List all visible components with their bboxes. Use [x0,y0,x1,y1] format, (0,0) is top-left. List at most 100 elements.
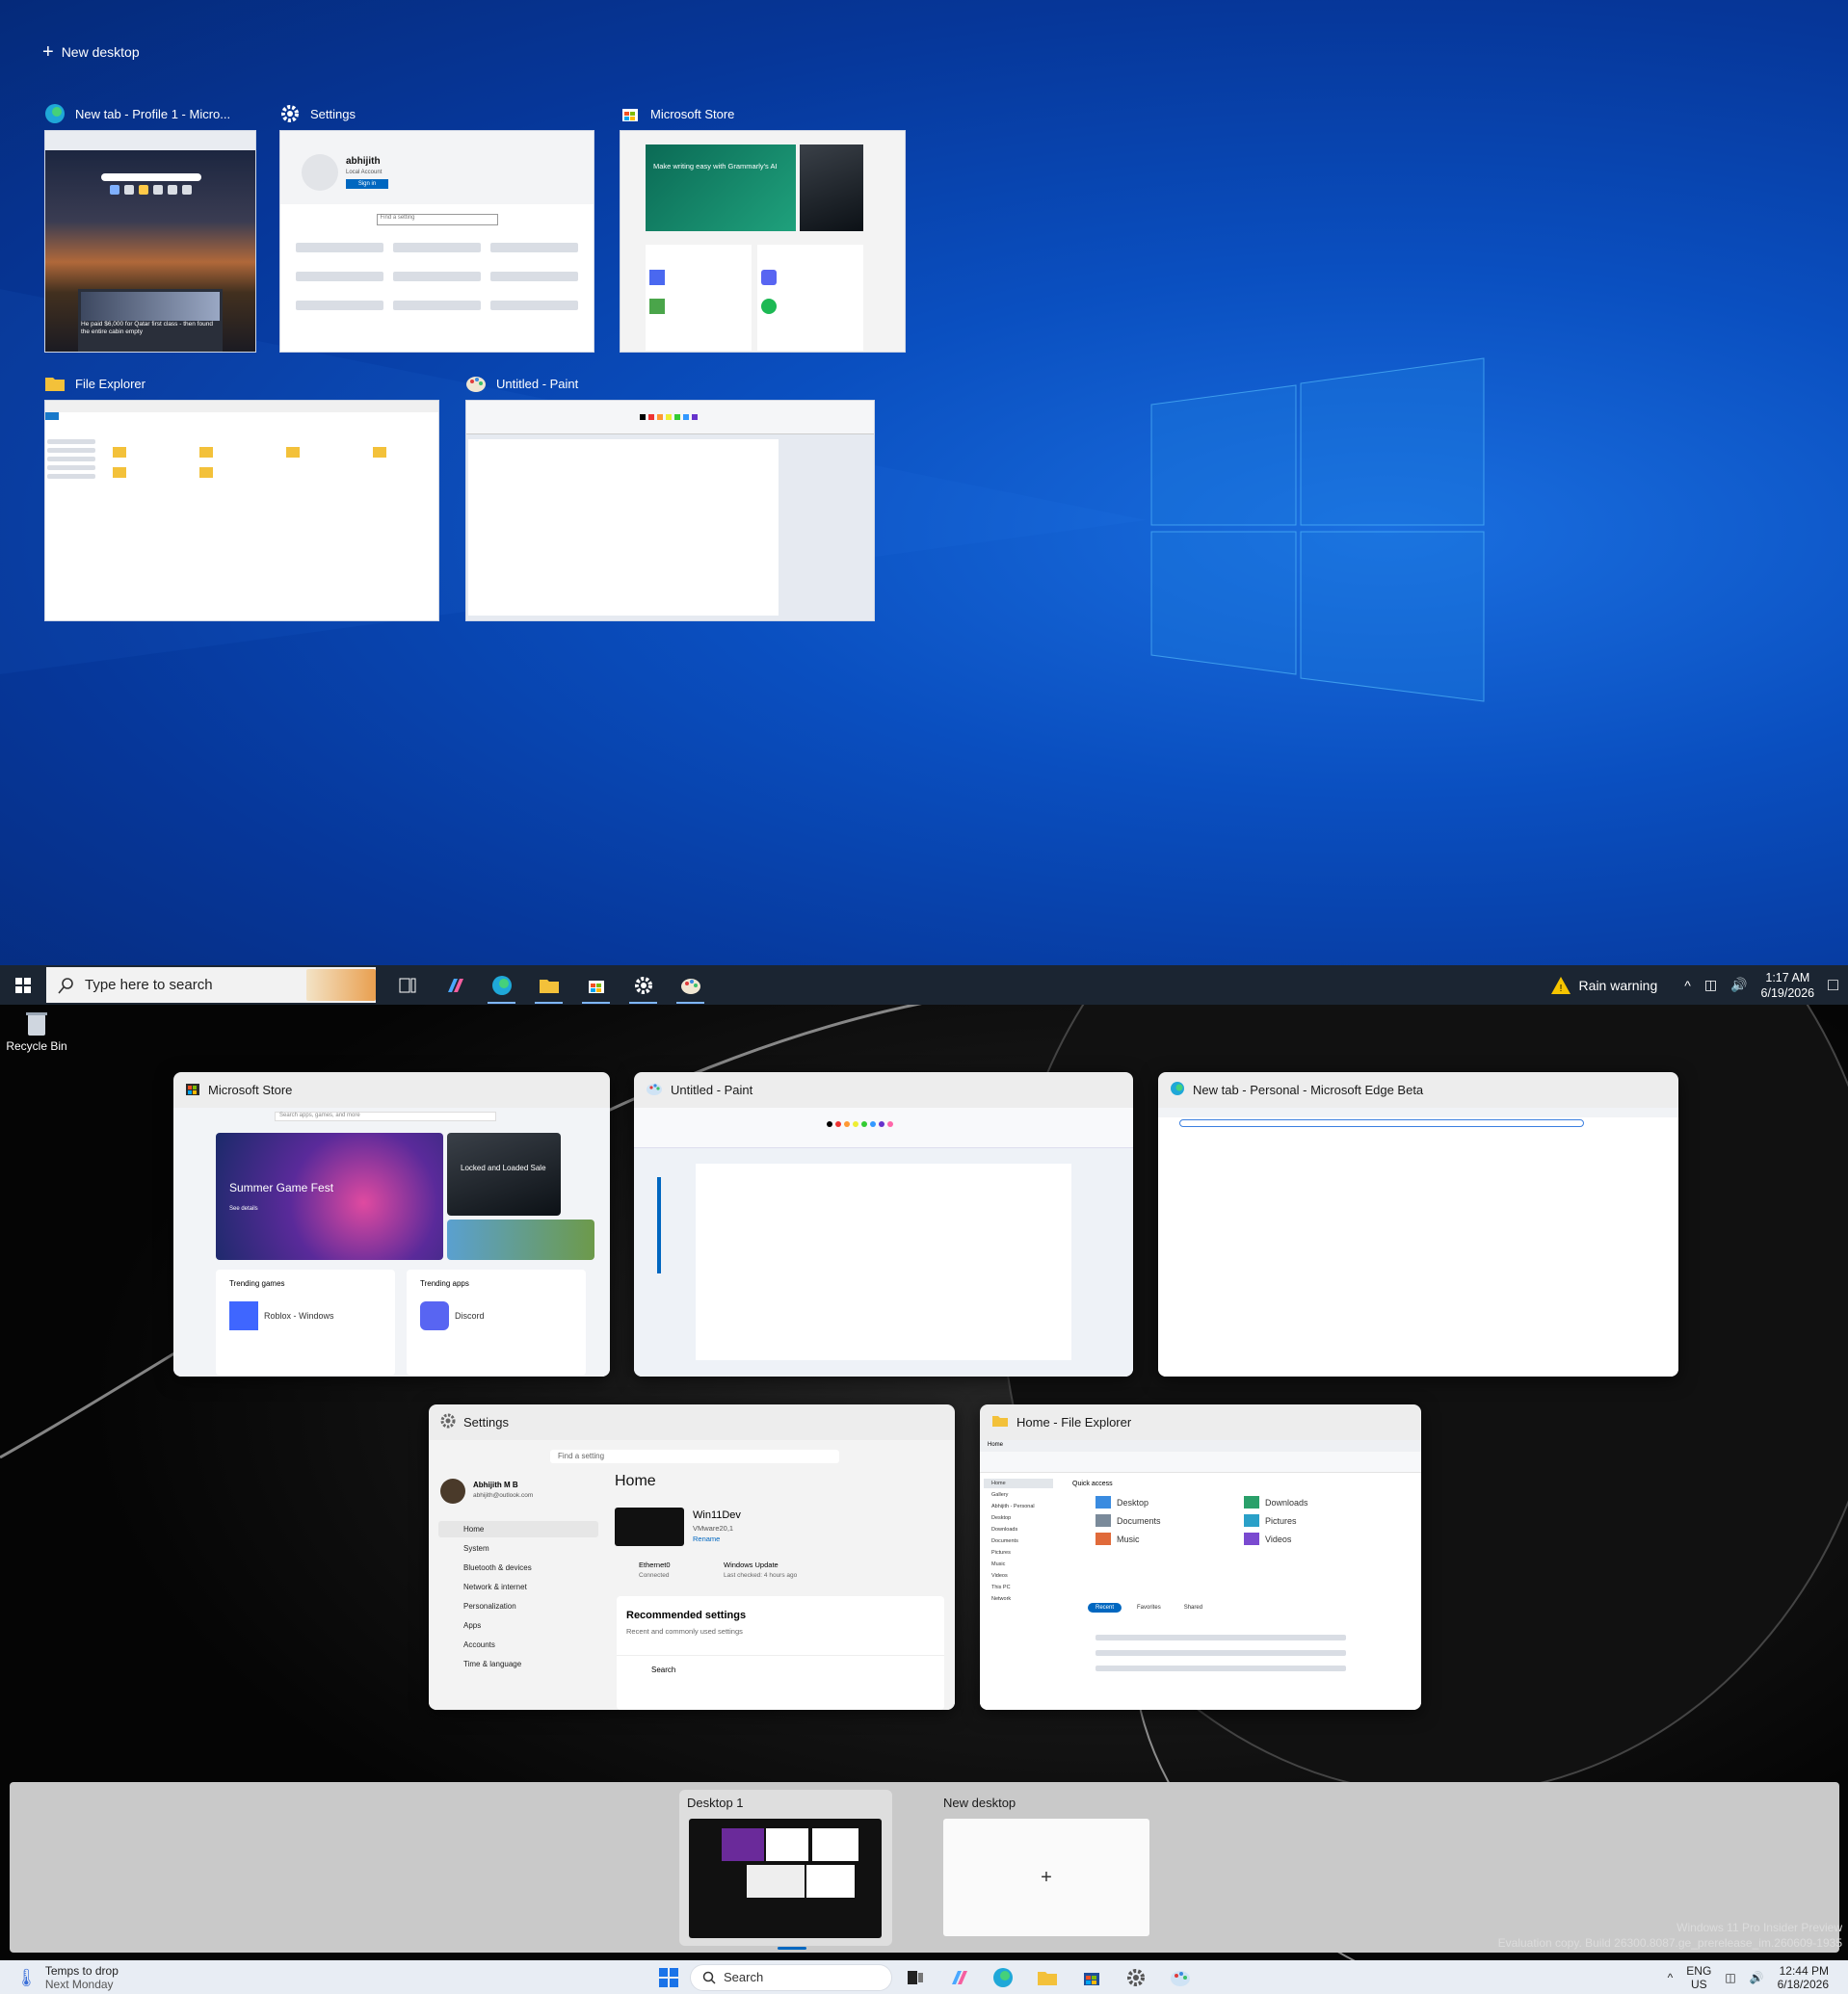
settings-nav-item[interactable]: Network & internet [438,1579,598,1595]
network-name: Ethernet0 [639,1561,671,1569]
folder-icon [539,979,559,993]
explorer-nav-item[interactable]: Documents [984,1536,1053,1546]
copilot-button[interactable] [938,1960,979,1994]
window-store[interactable]: Microsoft Store Make writing easy with G… [620,101,906,353]
window-store-w11[interactable]: Microsoft Store Search apps, games, and … [173,1072,610,1377]
page-title: Home [615,1473,656,1489]
explorer-nav-item[interactable]: Home [984,1479,1053,1488]
new-desktop-button[interactable]: + New desktop [42,41,140,63]
new-desktop-tile[interactable]: New desktop + [936,1790,1157,1946]
start-button[interactable] [0,965,46,1005]
explorer-nav-item[interactable]: Desktop [984,1513,1053,1523]
window-paint-w11[interactable]: Untitled - Paint [634,1072,1133,1377]
explorer-nav-item[interactable]: Network [984,1594,1053,1604]
start-button[interactable] [651,1960,686,1994]
quick-access-label: Pictures [1265,1515,1297,1526]
recycle-bin[interactable]: Recycle Bin [6,1010,67,1053]
speaker-icon[interactable]: 🔊 [1750,1971,1764,1984]
paint-icon [680,978,700,994]
paint-taskbar-button[interactable] [667,965,714,1005]
copilot-button[interactable] [431,965,478,1005]
network-icon[interactable]: ◫ [1725,1971,1735,1984]
task-view-button[interactable] [383,965,431,1005]
plus-icon: + [42,41,54,63]
clock[interactable]: 12:44 PM 6/18/2026 [1778,1964,1829,1991]
window-paint[interactable]: Untitled - Paint [465,371,875,621]
quick-access-item[interactable]: Downloads [1244,1496,1385,1509]
filter-pill[interactable]: Shared [1176,1603,1210,1613]
window-edge-w11[interactable]: New tab - Personal - Microsoft Edge Beta [1158,1072,1678,1377]
weather-widget[interactable]: ! Rain warning [1550,976,1657,995]
settings-nav-item[interactable]: Personalization [438,1598,598,1614]
weather-widget[interactable]: 🌡 Temps to drop Next Monday [0,1964,119,1991]
settings-nav-item[interactable]: Time & language [438,1656,598,1672]
quick-access-label: Music [1117,1534,1140,1544]
store-icon [1084,1972,1099,1985]
svg-text:!: ! [1559,984,1562,994]
desktop-1[interactable]: Desktop 1 [679,1790,892,1950]
window-thumbnail [465,400,875,621]
explorer-nav-item[interactable]: Videos [984,1571,1053,1581]
network-icon[interactable]: ◫ [1704,977,1717,993]
quick-access-item[interactable]: Documents [1096,1514,1236,1527]
chevron-up-icon[interactable]: ^ [1668,1971,1674,1984]
window-settings[interactable]: Settings abhijith Local Account Sign in … [279,101,594,353]
quick-access-item[interactable]: Desktop [1096,1496,1236,1509]
settings-nav-item[interactable]: Bluetooth & devices [438,1560,598,1576]
explorer-nav-item[interactable]: Downloads [984,1525,1053,1535]
task-view-win10: + New desktop New tab - Profile 1 - Micr… [0,0,1848,965]
window-edge[interactable]: New tab - Profile 1 - Micro... He paid $… [44,101,256,353]
search-box[interactable]: Search [690,1963,892,1991]
explorer-nav-item[interactable]: This PC [984,1583,1053,1592]
explorer-nav-item[interactable]: Abhijith - Personal [984,1502,1053,1511]
task-view-icon [399,978,415,992]
clock-time: 1:17 AM [1765,970,1810,984]
clock[interactable]: 1:17 AM 6/19/2026 [1761,970,1815,1001]
recommended-search-item[interactable]: Search [617,1655,944,1684]
task-view-icon [908,1970,923,1984]
speaker-icon[interactable]: 🔊 [1730,977,1747,993]
settings-nav-item[interactable]: System [438,1540,598,1557]
folder-icon [991,1414,1009,1430]
search-icon [58,977,73,994]
window-explorer-w11[interactable]: Home - File Explorer Home Home Gallery Abh… [980,1404,1421,1710]
chevron-up-icon[interactable]: ^ [1684,978,1691,993]
recommended-subtitle: Recent and commonly used settings [626,1627,743,1636]
settings-taskbar-button[interactable] [620,965,667,1005]
settings-nav-item[interactable]: Apps [438,1617,598,1634]
explorer-nav-item[interactable]: Gallery [984,1490,1053,1500]
paint-taskbar-button[interactable] [1160,1960,1201,1994]
edge-taskbar-button[interactable] [478,965,525,1005]
quick-access-label: Quick access [1072,1481,1113,1487]
settings-nav-item[interactable]: Home [438,1521,598,1537]
notification-icon[interactable]: □ [1828,975,1838,995]
rename-link[interactable]: Rename [693,1535,720,1543]
settings-nav-item[interactable]: Accounts [438,1637,598,1653]
quick-access-item[interactable]: Pictures [1244,1514,1385,1527]
folder-icon [1244,1514,1259,1527]
explorer-nav-item[interactable]: Music [984,1560,1053,1569]
thermometer-icon: 🌡 [15,1967,38,1987]
window-file-explorer[interactable]: File Explorer [44,371,439,621]
quick-access-item[interactable]: Videos [1244,1533,1385,1545]
explorer-nav-item[interactable]: Pictures [984,1548,1053,1558]
window-settings-w11[interactable]: Settings Find a setting Abhijith M B abh… [429,1404,955,1710]
store-taskbar-button[interactable] [572,965,620,1005]
store-taskbar-button[interactable] [1071,1960,1112,1994]
watermark-line-2: Evaluation copy. Build 26300.8087.ge_pre… [1497,1936,1842,1950]
search-box[interactable]: Type here to search [46,967,376,1003]
store-icon [620,103,641,124]
filter-pill[interactable]: Recent [1088,1603,1122,1613]
edge-icon [993,1967,1013,1987]
explorer-taskbar-button[interactable] [1027,1960,1068,1994]
quick-access-item[interactable]: Music [1096,1533,1236,1545]
weather-title: Temps to drop [44,1963,119,1978]
task-view-button[interactable] [896,1960,935,1994]
settings-taskbar-button[interactable] [1116,1960,1156,1994]
window-thumbnail: Make writing easy with Grammarly's AI Tr… [620,130,906,353]
explorer-taskbar-button[interactable] [525,965,572,1005]
settings-nav: Home System Bluetooth & devices Network & i… [438,1521,598,1675]
language-indicator[interactable]: ENG US [1686,1964,1711,1991]
filter-pill[interactable]: Favorites [1129,1603,1169,1613]
edge-taskbar-button[interactable] [983,1960,1023,1994]
